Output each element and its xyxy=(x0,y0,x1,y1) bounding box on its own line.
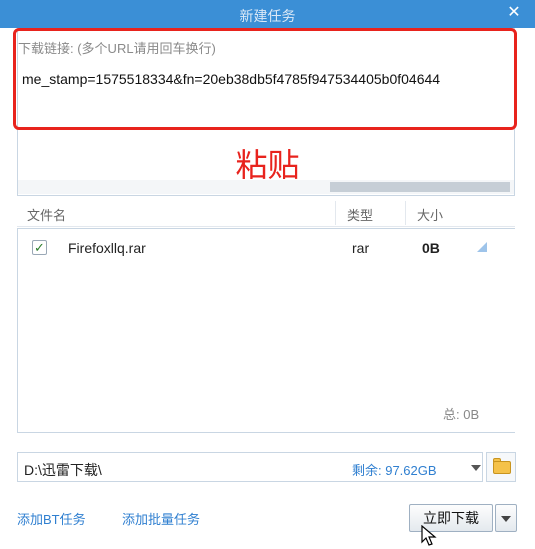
chevron-down-icon xyxy=(501,516,511,522)
url-input-value[interactable]: me_stamp=1575518334&fn=20eb38db5f4785f94… xyxy=(22,71,512,91)
chevron-down-icon[interactable] xyxy=(471,465,481,471)
close-icon[interactable]: ✕ xyxy=(505,4,523,22)
save-path-select[interactable]: D:\迅雷下载\ 剩余: 97.62GB xyxy=(17,452,483,482)
add-bt-task-link[interactable]: 添加BT任务 xyxy=(17,509,86,528)
scrollbar-thumb[interactable] xyxy=(330,182,510,192)
file-row[interactable]: ✓ Firefoxllq.rar rar 0B xyxy=(18,233,498,261)
file-size: 0B xyxy=(422,240,440,256)
save-path-value: D:\迅雷下载\ xyxy=(24,462,102,478)
file-name: Firefoxllq.rar xyxy=(68,240,146,256)
browse-folder-button[interactable] xyxy=(486,452,516,482)
total-size: 总: 0B xyxy=(443,407,480,422)
download-options-button[interactable] xyxy=(495,504,517,532)
file-list: ✓ Firefoxllq.rar rar 0B 总: 0B xyxy=(17,228,515,433)
title-bar: 新建任务 ✕ xyxy=(0,0,535,28)
file-type: rar xyxy=(352,240,370,256)
file-list-vertical-scrollbar[interactable] xyxy=(499,229,515,432)
resize-corner-icon xyxy=(477,242,487,252)
file-checkbox[interactable]: ✓ xyxy=(32,240,47,255)
url-horizontal-scrollbar[interactable] xyxy=(18,180,514,194)
column-header-type[interactable]: 类型 xyxy=(347,205,373,224)
free-space: 剩余: 97.62GB xyxy=(352,463,437,478)
add-batch-task-link[interactable]: 添加批量任务 xyxy=(122,509,200,528)
column-divider xyxy=(405,201,406,225)
window-title: 新建任务 xyxy=(239,8,296,24)
column-header-filename[interactable]: 文件名 xyxy=(27,205,66,224)
column-header-size[interactable]: 大小 xyxy=(417,205,443,224)
column-divider xyxy=(335,201,336,225)
mouse-cursor-icon xyxy=(421,525,437,546)
file-list-header: 文件名 类型 大小 xyxy=(17,199,515,227)
folder-icon xyxy=(493,461,511,474)
url-input-label: 下载链接: (多个URL请用回车换行) xyxy=(18,41,216,56)
